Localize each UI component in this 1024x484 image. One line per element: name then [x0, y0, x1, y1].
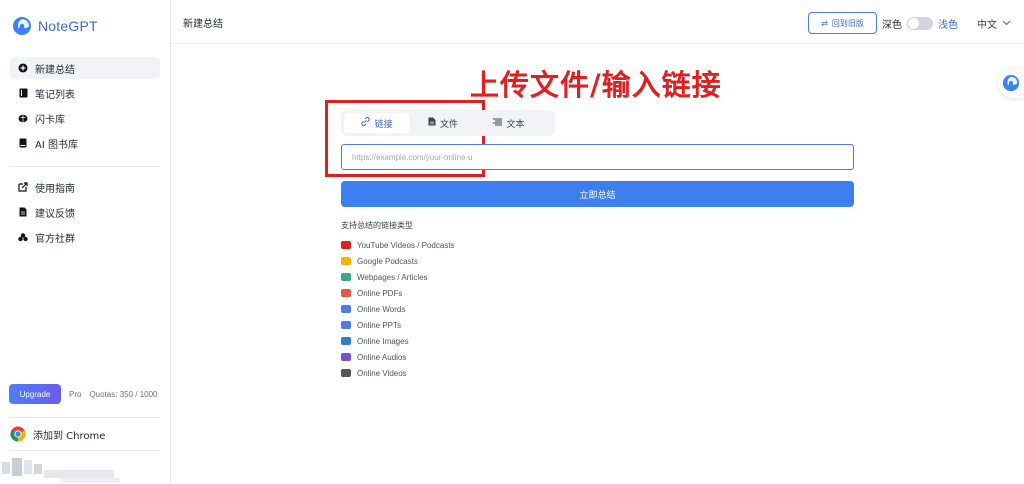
add-to-chrome-label: 添加到 Chrome	[33, 430, 106, 442]
plus-circle-icon	[18, 63, 28, 73]
google-podcasts-icon	[341, 257, 351, 265]
tab-link[interactable]: 链接	[344, 113, 410, 133]
audio-icon	[341, 353, 351, 361]
list-item: Webpages / Articles	[341, 269, 455, 285]
list-item-label: Webpages / Articles	[357, 272, 428, 282]
top-bar: 新建总结 ⇄ 回到旧版 深色 浅色 中文	[171, 0, 1024, 44]
logo[interactable]: NoteGPT	[12, 16, 98, 36]
sidebar-divider	[10, 166, 160, 167]
sidebar-item-feedback[interactable]: 建议反馈	[10, 201, 160, 223]
list-item: Online PDFs	[341, 285, 455, 301]
notegpt-logo-icon	[1002, 74, 1020, 92]
sidebar-item-label: 官方社群	[35, 233, 75, 245]
list-item: Online Audios	[341, 349, 455, 365]
sidebar-item-label: AI 图书库	[35, 139, 78, 151]
document-icon	[18, 207, 28, 217]
switch-arrows-icon: ⇄	[821, 18, 828, 28]
list-item-label: Google Podcasts	[357, 256, 418, 266]
list-item: Google Podcasts	[341, 253, 455, 269]
language-label: 中文	[977, 20, 997, 31]
supported-title: 支持总结的链接类型	[341, 221, 413, 230]
sidebar-item-ai-library[interactable]: AI 图书库	[10, 132, 160, 154]
list-item: Online Videos	[341, 365, 455, 381]
sidebar-item-label: 使用指南	[35, 183, 75, 195]
text-icon	[493, 118, 503, 129]
input-type-tabs: 链接 文件 文本	[341, 110, 555, 136]
secondary-nav: 使用指南 建议反馈 官方社群	[10, 176, 160, 251]
sidebar-divider	[10, 450, 160, 451]
theme-switch: 深色 浅色	[882, 16, 958, 31]
tab-text[interactable]: 文本	[476, 113, 542, 133]
list-item-label: Online Words	[357, 304, 406, 314]
list-item-label: Online PPTs	[357, 320, 402, 330]
link-icon	[361, 116, 371, 129]
list-item-label: Online Images	[357, 336, 409, 346]
upgrade-button[interactable]: Upgrade	[9, 384, 61, 404]
blurred-avatar	[2, 458, 120, 483]
webpage-icon	[341, 273, 351, 281]
upgrade-row: Upgrade Pro Quotas: 350 / 1000	[9, 384, 158, 404]
add-to-chrome-link[interactable]: 添加到 Chrome	[10, 426, 105, 442]
list-item-label: Online PDFs	[357, 288, 403, 298]
theme-toggle[interactable]	[907, 17, 933, 30]
url-input[interactable]	[341, 144, 854, 170]
annotation-text: 上传文件/输入链接	[470, 68, 722, 102]
sidebar-item-label: 闪卡库	[35, 114, 65, 126]
summarize-button[interactable]: 立即总结	[341, 181, 854, 207]
pdf-icon	[341, 289, 351, 297]
list-item-label: YouTube Videos / Podcasts	[357, 240, 455, 250]
sidebar-item-label: 笔记列表	[35, 89, 75, 101]
youtube-icon	[341, 241, 351, 249]
sidebar-divider	[10, 417, 160, 418]
chevron-down-icon	[1002, 18, 1011, 29]
sidebar-item-community[interactable]: 官方社群	[10, 226, 160, 248]
list-item-label: Online Audios	[357, 352, 407, 362]
dark-mode-label: 深色	[882, 20, 902, 31]
supported-link-types: 支持总结的链接类型 YouTube Videos / Podcasts Googl…	[341, 220, 455, 381]
list-item: Online PPTs	[341, 317, 455, 333]
tab-label: 文本	[506, 119, 525, 130]
light-mode-label: 浅色	[938, 20, 958, 31]
tab-label: 文件	[439, 119, 458, 130]
list-item: Online Images	[341, 333, 455, 349]
sidebar: NoteGPT 新建总结 笔记列表 闪卡库 AI 图书库 使用指南 建议反馈 官…	[0, 0, 171, 484]
book-icon	[18, 138, 28, 148]
image-icon	[341, 337, 351, 345]
word-icon	[341, 305, 351, 313]
list-item-label: Online Videos	[357, 368, 407, 378]
old-version-label: 回到旧版	[831, 18, 864, 28]
primary-nav: 新建总结 笔记列表 闪卡库 AI 图书库	[10, 57, 160, 157]
sidebar-item-label: 建议反馈	[35, 208, 75, 220]
sidebar-item-new-summary[interactable]: 新建总结	[10, 57, 160, 79]
user-profile-blurred[interactable]	[0, 456, 150, 484]
brain-icon	[18, 113, 28, 123]
plan-label: Pro	[69, 389, 82, 399]
file-icon	[428, 117, 436, 129]
community-icon	[18, 232, 28, 242]
ppt-icon	[341, 321, 351, 329]
back-to-old-version-button[interactable]: ⇄ 回到旧版	[808, 12, 877, 34]
notegpt-logo-icon	[13, 17, 31, 35]
quota-label: Quotas: 350 / 1000	[89, 389, 158, 399]
notebook-icon	[18, 88, 28, 98]
tab-file[interactable]: 文件	[410, 113, 476, 133]
video-icon	[341, 369, 351, 377]
floating-assistant-button[interactable]	[998, 68, 1024, 98]
sidebar-item-notes[interactable]: 笔记列表	[10, 82, 160, 104]
list-item: Online Words	[341, 301, 455, 317]
sidebar-item-guide[interactable]: 使用指南	[10, 176, 160, 198]
sidebar-item-label: 新建总结	[35, 64, 75, 76]
tab-label: 链接	[374, 119, 393, 130]
list-item: YouTube Videos / Podcasts	[341, 237, 455, 253]
language-selector[interactable]: 中文	[977, 16, 1011, 31]
page-title: 新建总结	[183, 19, 223, 30]
chrome-icon	[10, 426, 26, 442]
sidebar-item-flashcards[interactable]: 闪卡库	[10, 107, 160, 129]
app-name: NoteGPT	[38, 18, 98, 34]
external-edit-icon	[18, 182, 28, 192]
supported-list: YouTube Videos / Podcasts Google Podcasts…	[341, 237, 455, 381]
